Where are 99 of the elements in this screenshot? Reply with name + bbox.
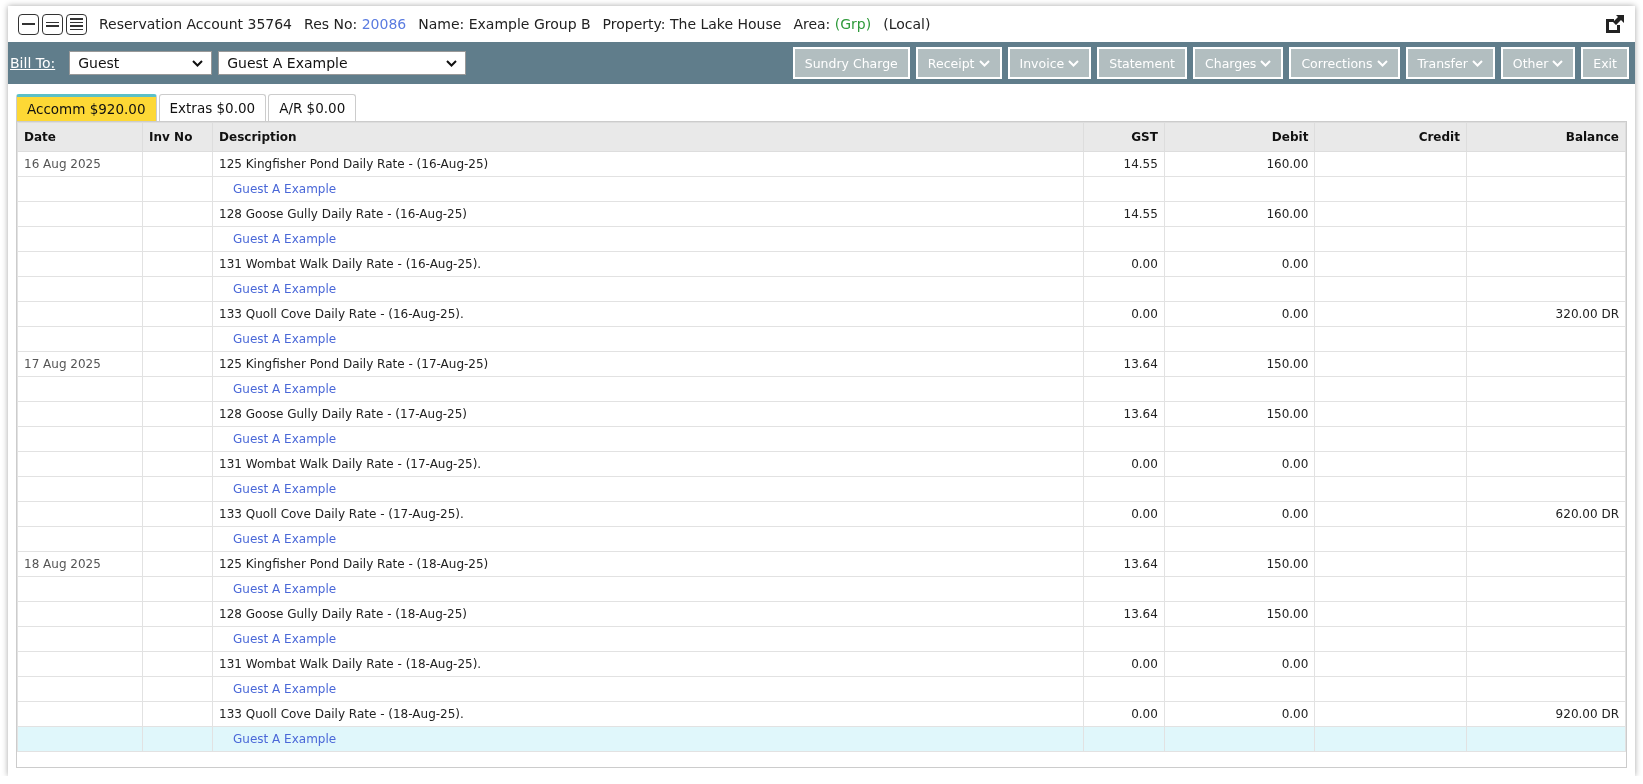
description-cell: 133 Quoll Cove Daily Rate - (18-Aug-25). [212,701,1084,727]
guest-link[interactable]: Guest A Example [219,332,337,346]
balance-cell: 320.00 DR [1466,301,1626,327]
debit-cell: 160.00 [1164,201,1315,227]
gst-cell: 13.64 [1083,601,1165,627]
description-cell: 133 Quoll Cove Daily Rate - (16-Aug-25). [212,301,1084,327]
caret-icon [1552,59,1564,67]
caret-icon [446,59,458,67]
guest-row[interactable]: Guest A Example [17,176,1626,202]
caret-icon [1471,59,1483,67]
gst-cell: 14.55 [1083,151,1165,177]
debit-cell: 150.00 [1164,551,1315,577]
bill-to-link[interactable]: Bill To: [10,55,56,71]
view-toggle-button[interactable] [66,13,87,35]
guest-row[interactable]: Guest A Example [17,326,1626,352]
guest-row[interactable]: Guest A Example [17,276,1626,302]
res-no-link[interactable]: 20086 [361,16,407,32]
area-label: Area: (Grp) [793,16,872,32]
guest-link[interactable]: Guest A Example [219,732,337,746]
guest-link[interactable]: Guest A Example [219,682,337,696]
gst-cell: 0.00 [1083,251,1165,277]
bill-to-guest-select[interactable]: Guest A Example [218,51,467,75]
debit-cell: 150.00 [1164,601,1315,627]
gst-cell: 0.00 [1083,701,1165,727]
column-header: Date [17,122,143,152]
bill-to-type-select[interactable]: Guest [69,51,213,75]
guest-link[interactable]: Guest A Example [219,382,337,396]
caret-icon [1260,59,1272,67]
guest-row[interactable]: Guest A Example [17,626,1626,652]
description-cell: 128 Goose Gully Daily Rate - (18-Aug-25) [212,601,1084,627]
description-cell: 125 Kingfisher Pond Daily Rate - (16-Aug-25) [212,151,1084,177]
gst-cell: 13.64 [1083,401,1165,427]
debit-cell: 0.00 [1164,251,1315,277]
gst-cell: 0.00 [1083,301,1165,327]
property-name: Property: The Lake House [602,16,782,32]
date-cell: 17 Aug 2025 [17,351,143,377]
gst-cell: 0.00 [1083,651,1165,677]
caret-icon [1068,59,1080,67]
column-header: Credit [1314,122,1467,152]
debit-cell: 150.00 [1164,351,1315,377]
gst-cell: 14.55 [1083,201,1165,227]
guest-link[interactable]: Guest A Example [219,532,337,546]
area-link[interactable]: (Grp) [834,16,872,32]
description-cell: 128 Goose Gully Daily Rate - (16-Aug-25) [212,201,1084,227]
guest-row[interactable]: Guest A Example [17,676,1626,702]
description-cell: 125 Kingfisher Pond Daily Rate - (18-Aug-25) [212,551,1084,577]
description-cell: 125 Kingfisher Pond Daily Rate - (17-Aug-25) [212,351,1084,377]
debit-cell: 0.00 [1164,501,1315,527]
description-cell: 131 Wombat Walk Daily Rate - (17-Aug-25). [212,451,1084,477]
gst-cell: 13.64 [1083,351,1165,377]
tab[interactable]: A/R $0.00 [268,94,357,121]
debit-cell: 160.00 [1164,151,1315,177]
column-header: GST [1083,122,1165,152]
guest-row[interactable]: Guest A Example [17,226,1626,252]
external-link-icon[interactable] [1603,12,1627,36]
guest-row[interactable]: Guest A Example [17,576,1626,602]
guest-link[interactable]: Guest A Example [219,482,337,496]
description-cell: 128 Goose Gully Daily Rate - (17-Aug-25) [212,401,1084,427]
date-cell: 16 Aug 2025 [17,151,143,177]
tab[interactable]: Extras $0.00 [158,94,267,121]
column-header: Debit [1164,122,1315,152]
guest-row[interactable]: Guest A Example [17,726,1626,752]
caret-icon [978,59,990,67]
description-cell: 133 Quoll Cove Daily Rate - (17-Aug-25). [212,501,1084,527]
res-no-label: Res No: 20086 [304,16,407,32]
balance-cell: 920.00 DR [1466,701,1626,727]
description-cell: 131 Wombat Walk Daily Rate - (18-Aug-25). [212,651,1084,677]
caret-icon [192,59,204,67]
column-header: Description [212,122,1084,152]
guest-link[interactable]: Guest A Example [219,232,337,246]
view-toggle-button[interactable] [18,13,39,35]
column-header: Inv No [142,122,213,152]
guest-link[interactable]: Guest A Example [219,182,337,196]
guest-link[interactable]: Guest A Example [219,582,337,596]
gst-cell: 0.00 [1083,501,1165,527]
gst-cell: 0.00 [1083,451,1165,477]
guest-row[interactable]: Guest A Example [17,376,1626,402]
group-name: Name: Example Group B [418,16,591,32]
date-cell: 18 Aug 2025 [17,551,143,577]
guest-link[interactable]: Guest A Example [219,282,337,296]
debit-cell: 0.00 [1164,301,1315,327]
tab[interactable]: Accomm $920.00 [16,94,157,121]
column-header: Balance [1466,122,1626,152]
caret-icon [1376,59,1388,67]
guest-link[interactable]: Guest A Example [219,432,337,446]
guest-row[interactable]: Guest A Example [17,526,1626,552]
gst-cell: 13.64 [1083,551,1165,577]
debit-cell: 0.00 [1164,701,1315,727]
scope-label: (Local) [883,16,931,32]
debit-cell: 0.00 [1164,651,1315,677]
description-cell: 131 Wombat Walk Daily Rate - (16-Aug-25). [212,251,1084,277]
account-title: Reservation Account 35764 [99,16,293,32]
guest-row[interactable]: Guest A Example [17,426,1626,452]
debit-cell: 0.00 [1164,451,1315,477]
balance-cell: 620.00 DR [1466,501,1626,527]
debit-cell: 150.00 [1164,401,1315,427]
guest-link[interactable]: Guest A Example [219,632,337,646]
view-toggle-button[interactable] [42,13,63,35]
guest-row[interactable]: Guest A Example [17,476,1626,502]
